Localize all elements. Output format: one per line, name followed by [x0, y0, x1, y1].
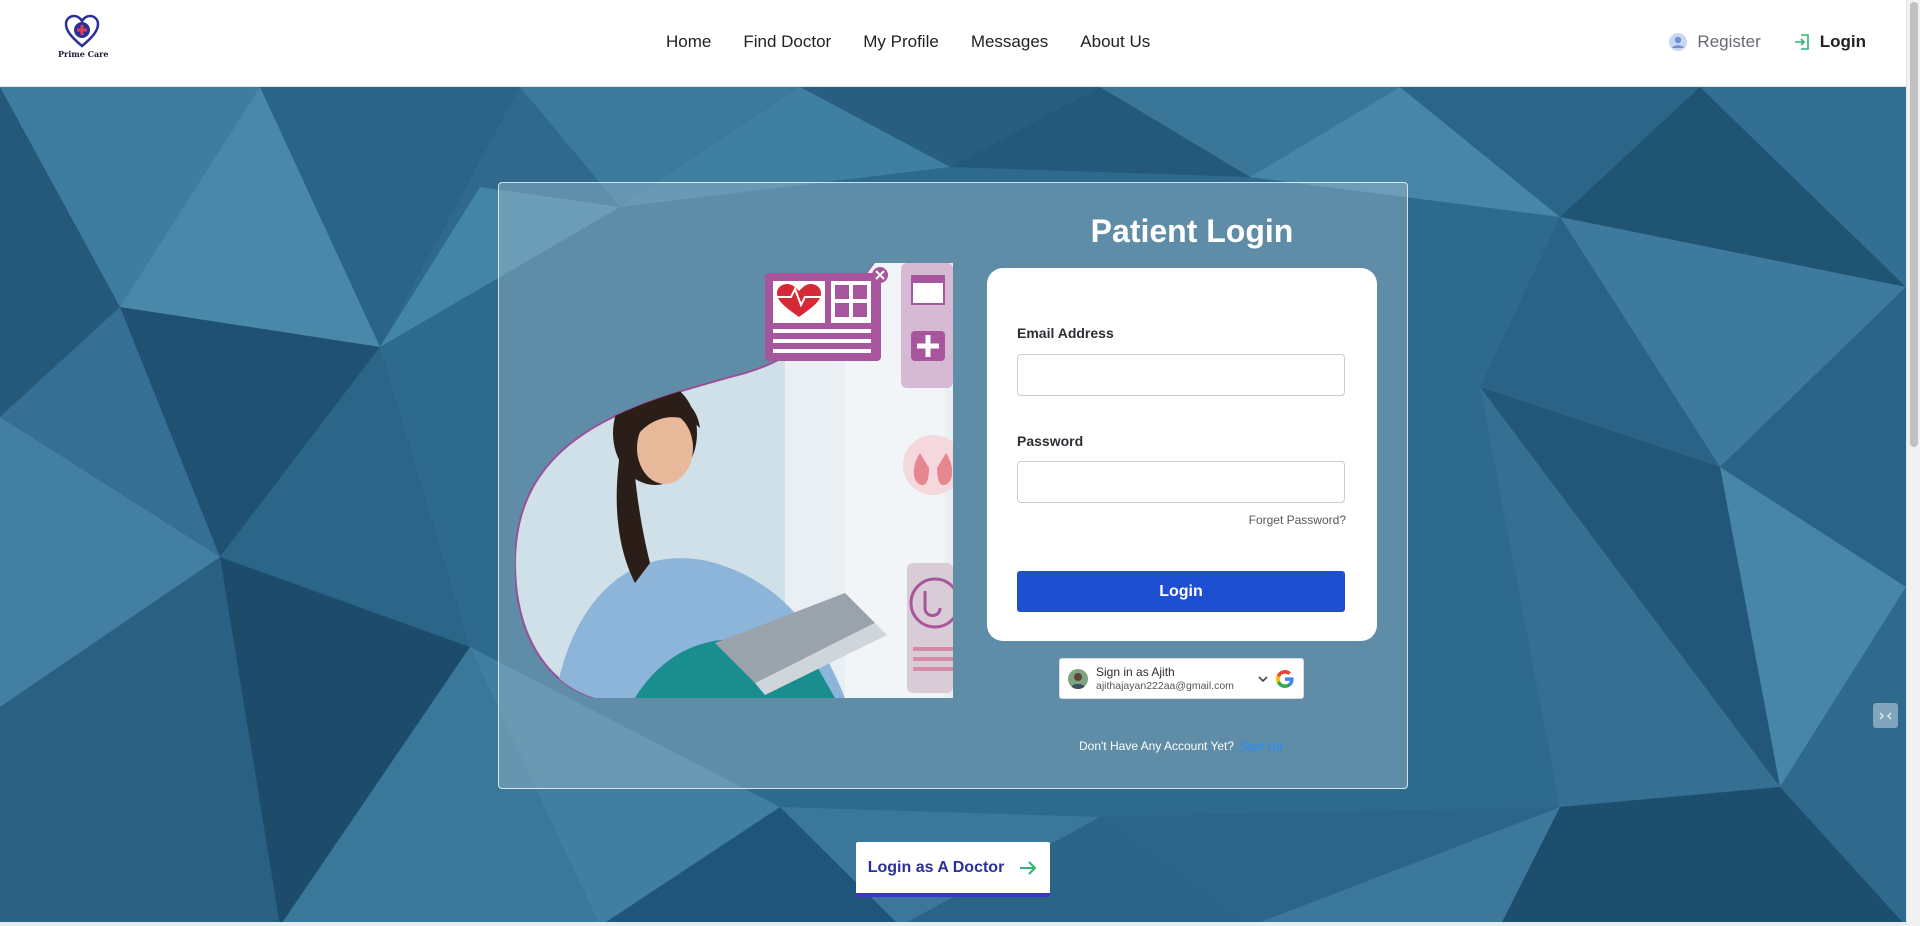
nav-messages[interactable]: Messages — [955, 32, 1064, 52]
login-link[interactable]: Login — [1793, 32, 1866, 52]
email-label: Email Address — [1017, 325, 1114, 341]
page-title: Patient Login — [1090, 213, 1294, 249]
nav-about-us[interactable]: About Us — [1064, 32, 1166, 52]
auth-links: Register Login — [1668, 0, 1866, 84]
side-widget-icon[interactable] — [1873, 703, 1898, 728]
user-circle-icon — [1669, 33, 1688, 51]
page-scrollbar[interactable] — [1906, 0, 1920, 926]
heart-cross-icon — [64, 14, 100, 48]
email-field[interactable] — [1017, 354, 1345, 396]
site-header: Prime Care Home Find Doctor My Profile M… — [0, 0, 1906, 87]
brand-logo[interactable]: Prime Care — [58, 14, 109, 66]
patient-illustration — [515, 263, 953, 698]
google-account-name: Sign in as Ajith — [1096, 664, 1175, 679]
sign-in-icon — [1794, 34, 1809, 50]
nav-find-doctor[interactable]: Find Doctor — [727, 32, 847, 52]
signup-prompt: Don't Have Any Account Yet? Sign Up — [1079, 739, 1283, 753]
login-as-doctor-button[interactable]: Login as A Doctor — [856, 842, 1050, 897]
arrow-right-icon — [1020, 860, 1037, 875]
login-card: Patient Login Email Address Password For… — [498, 182, 1408, 789]
nav-my-profile[interactable]: My Profile — [847, 32, 955, 52]
login-label: Login — [1819, 32, 1866, 51]
password-label: Password — [1017, 433, 1084, 449]
main-nav: Home Find Doctor My Profile Messages Abo… — [650, 0, 1166, 84]
forget-password-link[interactable]: Forget Password? — [1249, 513, 1346, 527]
register-label: Register — [1697, 32, 1761, 51]
register-link[interactable]: Register — [1668, 32, 1761, 52]
page-bottom-edge — [0, 922, 1906, 926]
google-account-info: Sign in as Ajith ajithajayan222aa@gmail.… — [1096, 665, 1257, 693]
brand-name: Prime Care — [58, 49, 109, 59]
patient-laptop-image — [515, 263, 953, 698]
password-field[interactable] — [1017, 461, 1345, 503]
scrollbar-thumb[interactable] — [1910, 2, 1918, 447]
chevron-down-icon — [1258, 675, 1268, 682]
nav-home[interactable]: Home — [650, 32, 727, 52]
avatar — [1068, 668, 1088, 689]
login-form: Email Address Password Forget Password? … — [987, 268, 1377, 641]
ekg-card — [765, 267, 888, 361]
google-g-icon — [1276, 669, 1294, 688]
signup-link[interactable]: Sign Up — [1240, 739, 1283, 753]
signup-question: Don't Have Any Account Yet? — [1079, 739, 1235, 753]
google-account-email: ajithajayan222aa@gmail.com — [1096, 679, 1234, 692]
google-signin-button[interactable]: Sign in as Ajith ajithajayan222aa@gmail.… — [1059, 658, 1304, 699]
user-photo-icon — [1068, 668, 1088, 689]
doctor-button-label: Login as A Doctor — [867, 858, 1005, 876]
login-button[interactable]: Login — [1017, 571, 1345, 612]
